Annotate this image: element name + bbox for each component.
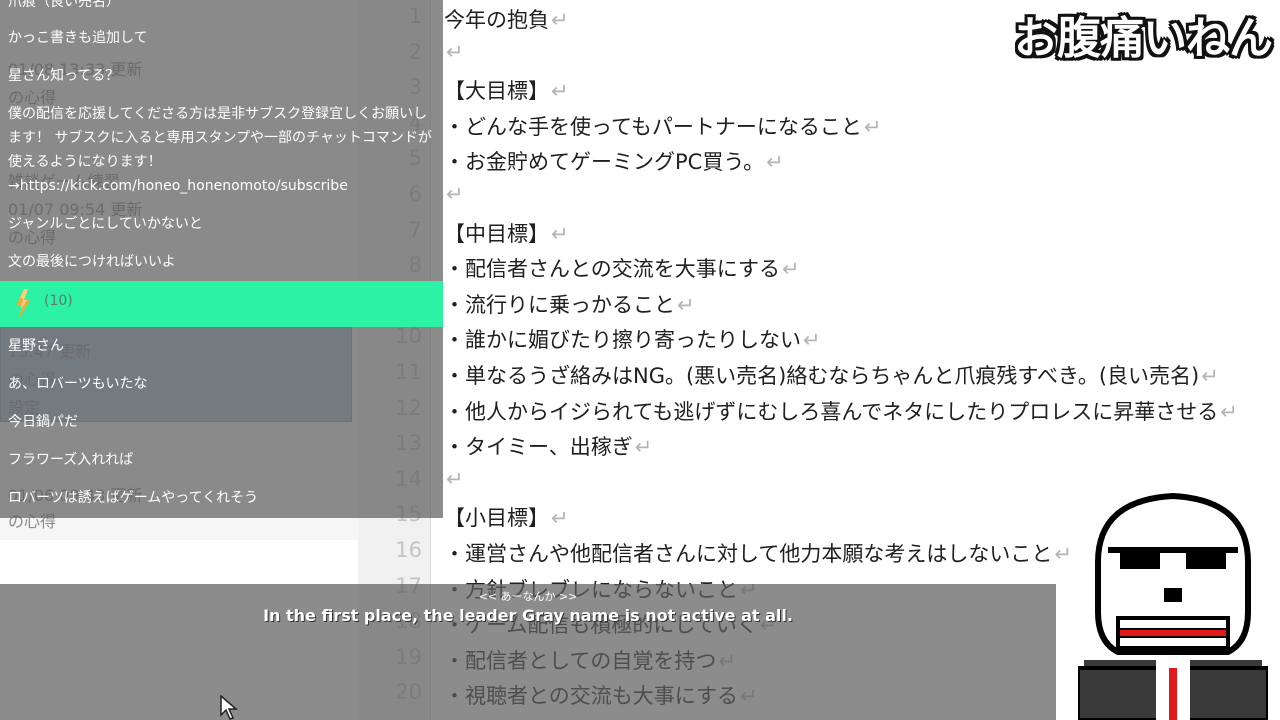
editor-line-text: ・配信者さんとの交流を大事にする: [444, 257, 780, 282]
chat-message: あ、ロバーツもいたな: [8, 376, 148, 392]
editor-line-text: ・どんな手を使ってもパートナーになること: [444, 114, 862, 139]
editor-line[interactable]: ↵: [444, 40, 464, 64]
chat-message: かっこ書きも追加して: [8, 30, 148, 46]
return-mark-icon: ↵: [1220, 399, 1238, 424]
return-mark-icon: ↵: [551, 8, 569, 32]
highlighted-chat-message: (10): [0, 281, 443, 327]
editor-line[interactable]: ・誰かに媚びたり擦り寄ったりしない↵: [444, 324, 821, 354]
mouse-cursor-icon: [220, 695, 239, 720]
return-mark-icon: ↵: [677, 292, 695, 317]
return-mark-icon: ↵: [766, 150, 784, 175]
editor-line-text: ・他人からイジられても逃げずにむしろ喜んでネタにしたりプロレスに昇華させる: [444, 399, 1219, 424]
chat-message: ジャンルごとにしていかないと: [8, 216, 203, 232]
editor-line[interactable]: ・お金貯めてゲーミングPC買う。↵: [444, 146, 784, 176]
editor-line[interactable]: 【大目標】↵: [444, 75, 569, 105]
editor-line[interactable]: ・配信者さんとの交流を大事にする↵: [444, 253, 800, 283]
chat-message: 僕の配信を応援してくださる方は是非サブスク登録宜しくお願いします！ サブスクに入…: [8, 106, 432, 194]
editor-line[interactable]: ・どんな手を使ってもパートナーになること↵: [444, 111, 882, 141]
return-mark-icon: ↵: [551, 506, 569, 531]
editor-line[interactable]: 【小目標】↵: [444, 502, 569, 532]
subtitle-caption: << あーなんか >> In the first place, the lead…: [0, 584, 1056, 720]
chat-message: フラワーズ入れれば: [8, 452, 134, 468]
title-overlay: お腹痛いねん: [1014, 13, 1273, 64]
editor-line[interactable]: ・単なるうざ絡みはNG。(悪い売名)絡むならちゃんと爪痕残すべき。(良い売名)↵: [444, 360, 1219, 390]
return-mark-icon: ↵: [803, 328, 821, 353]
return-mark-icon: ↵: [1201, 364, 1219, 388]
return-mark-icon: ↵: [446, 182, 464, 206]
editor-line-text: 【小目標】: [444, 506, 549, 531]
editor-line-text: 今年の抱負: [444, 8, 549, 32]
caption-text: In the first place, the leader Gray name…: [263, 606, 793, 625]
return-mark-icon: ↵: [446, 39, 464, 64]
editor-line-text: ・タイミー、出稼ぎ: [444, 435, 633, 460]
highlight-amount: (10): [44, 293, 73, 309]
chat-message: 今日鍋パだ: [8, 414, 78, 430]
return-mark-icon: ↵: [1054, 542, 1072, 566]
return-mark-icon: ↵: [551, 79, 569, 104]
editor-line-text: ・流行りに乗っかること: [444, 292, 675, 317]
editor-line[interactable]: ・運営さんや他配信者さんに対して他力本願な考えはしないこと↵: [444, 538, 1072, 568]
editor-line-text: ・お金貯めてゲーミングPC買う。: [444, 150, 765, 175]
return-mark-icon: ↵: [551, 221, 569, 246]
return-mark-icon: ↵: [634, 435, 653, 460]
chat-message: 文の最後につければいいよ: [8, 254, 176, 270]
chat-message: 爪痕（良い売名）: [8, 0, 120, 10]
editor-line[interactable]: ・タイミー、出稼ぎ↵: [444, 431, 652, 461]
editor-line-text: ・単なるうざ絡みはNG。(悪い売名)絡むならちゃんと爪痕残すべき。(良い売名): [444, 364, 1200, 388]
editor-line[interactable]: ・流行りに乗っかること↵: [444, 289, 695, 319]
return-mark-icon: ↵: [446, 466, 464, 491]
chat-message: 星野さん: [8, 338, 64, 354]
editor-line-text: 【中目標】: [444, 221, 549, 246]
editor-line-text: ・誰かに媚びたり擦り寄ったりしない: [444, 328, 801, 353]
editor-line[interactable]: ・他人からイジられても逃げずにむしろ喜んでネタにしたりプロレスに昇華させる↵: [444, 396, 1238, 426]
chat-message: 星さん知ってる？: [8, 68, 120, 84]
return-mark-icon: ↵: [863, 114, 882, 139]
editor-line[interactable]: ↵: [444, 467, 464, 491]
chat-panel: 爪痕（良い売名） かっこ書きも追加して 星さん知ってる？ 僕の配信を応援してくださる方…: [0, 0, 443, 518]
editor-line[interactable]: 今年の抱負↵: [444, 4, 569, 34]
return-mark-icon: ↵: [782, 257, 800, 282]
chat-message: ロバーツは誘えばゲームやってくれそう: [8, 490, 259, 506]
editor-line-text: 【大目標】: [444, 79, 549, 104]
lightning-bolt-icon: [16, 289, 30, 319]
skeleton-avatar: [1078, 492, 1268, 720]
line-number: 16: [395, 538, 422, 562]
editor-line[interactable]: 【中目標】↵: [444, 218, 569, 248]
caption-speaker: << あーなんか >>: [478, 590, 578, 603]
editor-line[interactable]: ↵: [444, 182, 464, 206]
editor-line-text: ・運営さんや他配信者さんに対して他力本願な考えはしないこと: [444, 542, 1053, 566]
